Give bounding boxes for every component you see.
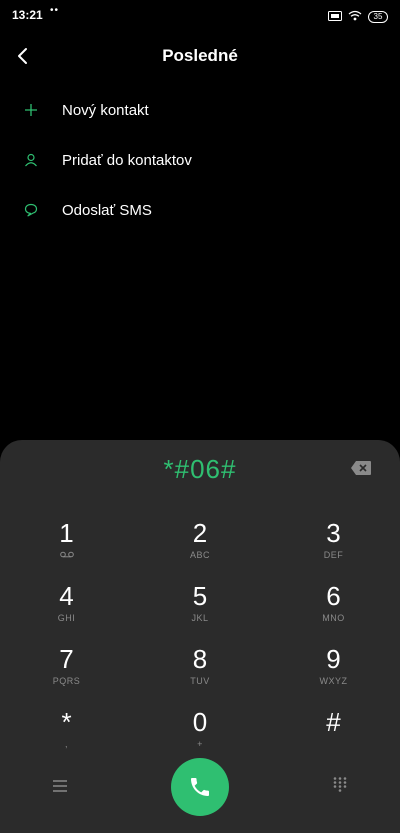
sim-icon (328, 8, 342, 26)
key-digit: 3 (326, 518, 341, 548)
key-letters: + (197, 739, 203, 749)
add-to-contacts-label: Pridať do kontaktov (62, 151, 192, 169)
voicemail-icon (59, 550, 74, 560)
key-letters: TUV (190, 676, 210, 686)
key-4[interactable]: 4 GHI (0, 575, 133, 638)
dialpad-panel: *#06# 1 2 ABC 3 DEF 4 GHI 5 JKL 6 MNO 7 … (0, 440, 400, 833)
key-letters: DEF (323, 550, 344, 560)
key-digit: 6 (326, 581, 341, 611)
battery-indicator: 35 (368, 11, 388, 23)
wifi-icon (348, 8, 362, 26)
key-8[interactable]: 8 TUV (133, 638, 267, 701)
key-digit: 4 (59, 581, 74, 611)
key-digit: 2 (192, 518, 208, 548)
key-digit: 9 (326, 644, 341, 674)
keypad: 1 2 ABC 3 DEF 4 GHI 5 JKL 6 MNO 7 PQRS 8… (0, 512, 400, 764)
dialed-number: *#06# (163, 454, 237, 484)
key-digit: 8 (192, 644, 208, 674)
key-7[interactable]: 7 PQRS (0, 638, 133, 701)
status-icons: 35 (328, 8, 388, 26)
menu-icon (53, 780, 67, 792)
dialpad-grid-icon (333, 777, 347, 792)
key-6[interactable]: 6 MNO (267, 575, 400, 638)
send-sms-action[interactable]: Odoslať SMS (0, 185, 400, 235)
new-contact-action[interactable]: Nový kontakt (0, 85, 400, 135)
status-bar: 13:21 •• 35 (0, 0, 400, 30)
add-to-contacts-action[interactable]: Pridať do kontaktov (0, 135, 400, 185)
key-2[interactable]: 2 ABC (133, 512, 267, 575)
key-5[interactable]: 5 JKL (133, 575, 267, 638)
key-letters: MNO (322, 613, 345, 623)
new-contact-label: Nový kontakt (62, 101, 149, 119)
person-icon (0, 153, 62, 167)
plus-icon (0, 103, 62, 117)
send-sms-label: Odoslať SMS (62, 201, 152, 219)
key-digit: 1 (59, 518, 74, 548)
header: Posledné (0, 36, 400, 76)
key-1[interactable]: 1 (0, 512, 133, 575)
key-0[interactable]: 0 + (133, 701, 267, 764)
backspace-button[interactable] (350, 460, 372, 476)
key-hash[interactable]: # (267, 701, 400, 764)
key-letters: PQRS (52, 676, 81, 686)
key-digit: * (61, 707, 72, 737)
key-digit: 5 (192, 581, 208, 611)
chat-bubble-icon (0, 203, 62, 217)
dialpad-bottom-bar (0, 758, 400, 818)
action-list: Nový kontakt Pridať do kontaktov Odoslať… (0, 85, 400, 235)
page-title: Posledné (162, 46, 238, 65)
status-time: 13:21 (12, 8, 43, 22)
notification-dots: •• (50, 5, 60, 16)
key-star[interactable]: * , (0, 701, 133, 764)
key-digit: # (326, 707, 341, 737)
key-letters: WXYZ (319, 676, 348, 686)
phone-icon (191, 778, 209, 796)
key-digit: 0 (192, 707, 208, 737)
key-letters: ABC (189, 550, 210, 560)
key-digit: 7 (59, 644, 74, 674)
call-button[interactable] (171, 758, 229, 816)
key-letters: JKL (191, 613, 209, 623)
key-3[interactable]: 3 DEF (267, 512, 400, 575)
key-letters: GHI (57, 613, 76, 623)
menu-button[interactable] (50, 778, 70, 794)
key-9[interactable]: 9 WXYZ (267, 638, 400, 701)
dialpad-toggle-button[interactable] (332, 776, 348, 792)
key-letters: , (64, 739, 68, 749)
backspace-icon (351, 461, 371, 475)
